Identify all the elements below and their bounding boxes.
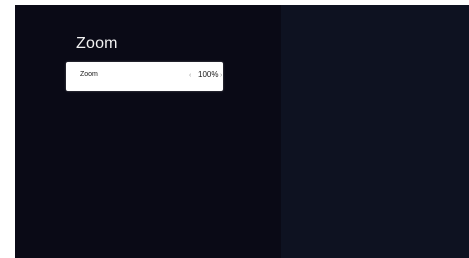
chevron-left-icon[interactable]: ‹ <box>189 71 191 80</box>
tv-screen: Zoom Zoom ‹ 100% › <box>15 5 469 258</box>
settings-panel: Zoom Zoom ‹ 100% › <box>15 5 281 258</box>
zoom-setting-value: 100% <box>198 70 219 79</box>
zoom-setting-row[interactable]: Zoom ‹ 100% › <box>66 62 223 91</box>
chevron-right-icon[interactable]: › <box>220 71 222 80</box>
page-title: Zoom <box>76 35 118 52</box>
zoom-setting-label: Zoom <box>80 71 98 78</box>
preview-panel <box>281 5 469 258</box>
